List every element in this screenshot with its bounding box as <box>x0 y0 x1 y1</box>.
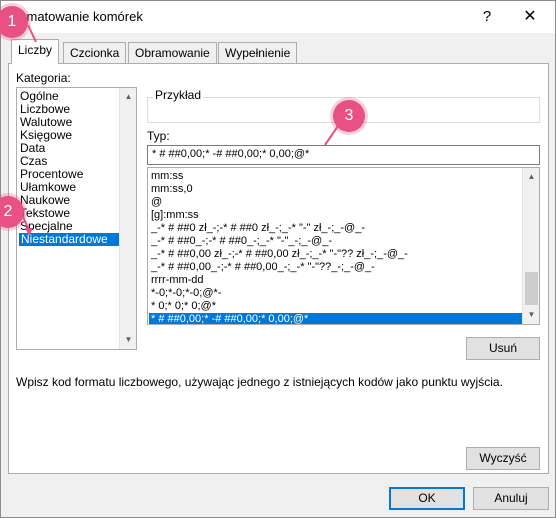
callout-2-arrowhead <box>25 228 33 236</box>
callout-badge-3: 3 <box>333 100 365 132</box>
callout-1-line <box>27 24 37 43</box>
callout-arrows <box>20 24 341 236</box>
